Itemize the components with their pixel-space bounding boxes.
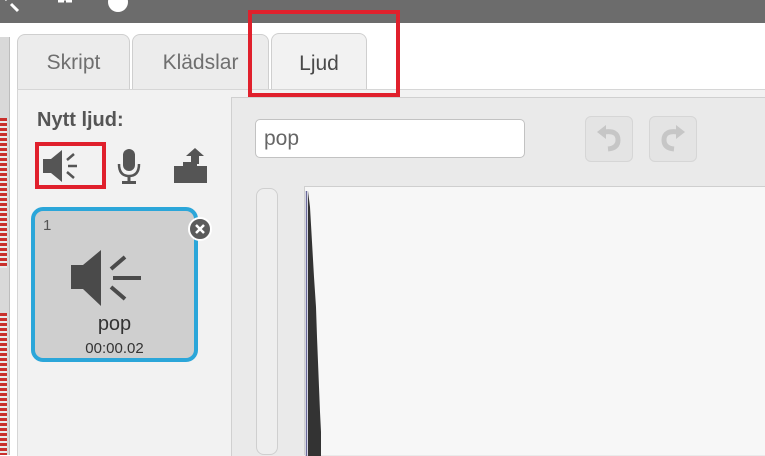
sound-number: 1 (43, 217, 52, 234)
delete-sound-button[interactable] (188, 217, 212, 241)
record-sound-button[interactable] (106, 144, 152, 188)
speaker-icon (71, 250, 141, 306)
sound-name-input[interactable] (255, 119, 525, 158)
redo-icon (661, 125, 685, 152)
undo-button[interactable] (585, 116, 633, 162)
zoom-slider[interactable] (256, 188, 278, 455)
sound-item-pop[interactable]: 1 pop 00:00.02 (31, 207, 198, 362)
speaker-library-icon (43, 150, 77, 182)
new-sound-label: Nytt ljud: (37, 109, 124, 131)
microphone-icon (117, 149, 141, 184)
sound-duration: 00:00.02 (85, 340, 144, 357)
upload-icon (174, 148, 207, 183)
top-toolbar (0, 0, 765, 23)
sound-name: pop (97, 313, 132, 335)
tab-costumes[interactable]: Klädslar (132, 34, 269, 90)
tab-scripts[interactable]: Skript (17, 34, 130, 90)
tab-sounds[interactable]: Ljud (271, 33, 367, 93)
shrink-icon[interactable] (54, 0, 76, 13)
redo-button[interactable] (649, 116, 697, 162)
help-icon[interactable] (107, 0, 129, 13)
waveform-display[interactable] (304, 186, 765, 456)
close-icon (195, 224, 205, 234)
choose-sound-from-library-button[interactable] (37, 144, 83, 188)
undo-icon (597, 125, 621, 152)
upload-sound-button[interactable] (168, 144, 214, 188)
fullscreen-icon[interactable] (0, 0, 20, 13)
stage-sprite-strip (0, 118, 7, 268)
stage-sprite-strip (0, 313, 7, 455)
waveform (305, 191, 321, 456)
